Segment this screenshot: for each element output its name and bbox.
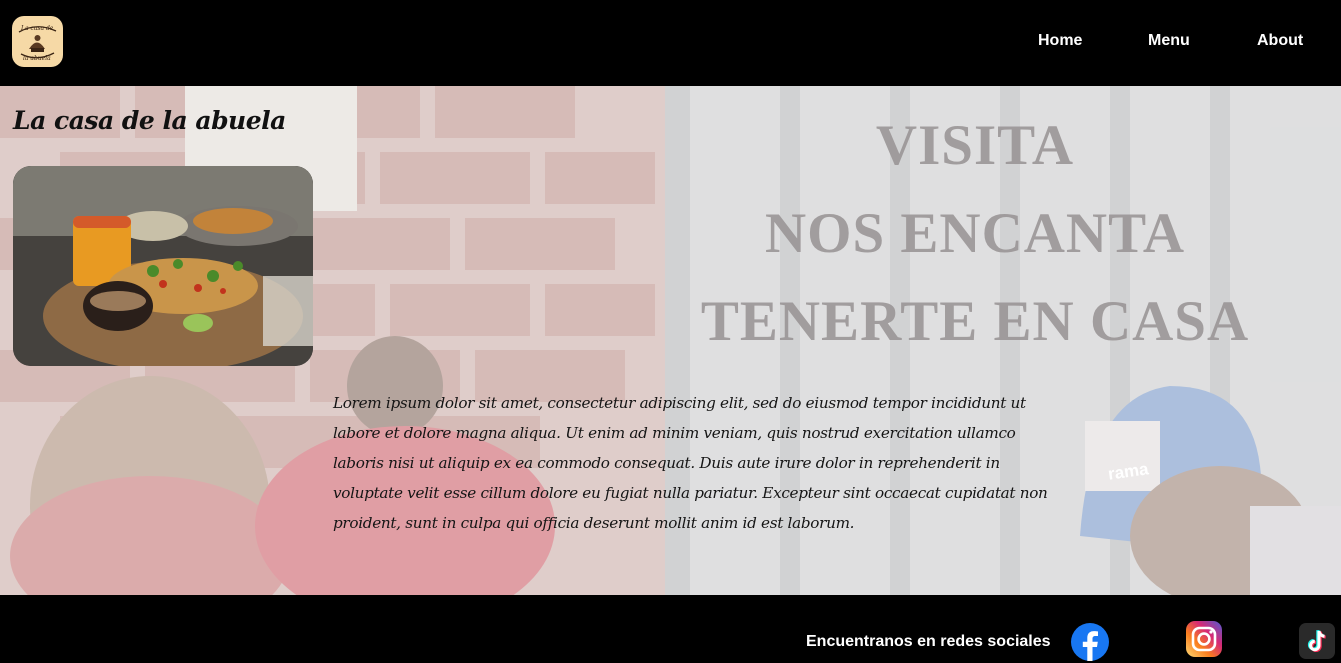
restaurant-logo[interactable]: La casa de la abuela (12, 16, 63, 67)
slogan-line: NOS ENCANTA (764, 202, 1186, 265)
description-paragraph: Lorem ipsum dolor sit amet, consectetur … (333, 394, 1048, 532)
tiktok-icon[interactable] (1299, 623, 1335, 659)
welcome-slogan: VISITA NOS ENCANTA TENERTE EN CASA (690, 102, 1260, 366)
page-title: La casa de la abuela (13, 106, 286, 135)
svg-text:la abuela: la abuela (23, 55, 51, 62)
hero-section: rama La casa de la abuela VISITA NOS ENC… (0, 86, 1341, 595)
food-photo (13, 166, 313, 366)
nav-menu-link[interactable]: Menu (1148, 32, 1190, 50)
facebook-icon[interactable] (1071, 623, 1109, 661)
slogan-line: TENERTE EN CASA (700, 290, 1250, 353)
nav-home-link[interactable]: Home (1038, 32, 1082, 50)
footer: Encuentranos en redes sociales (0, 595, 1341, 663)
instagram-icon[interactable] (1186, 621, 1222, 657)
social-media-label: Encuentranos en redes sociales (806, 633, 1051, 650)
svg-text:La casa de: La casa de (20, 25, 54, 32)
slogan-line: VISITA (875, 114, 1075, 177)
top-navigation-bar: La casa de la abuela Home Menu About (0, 0, 1341, 86)
nav-about-link[interactable]: About (1257, 32, 1303, 50)
